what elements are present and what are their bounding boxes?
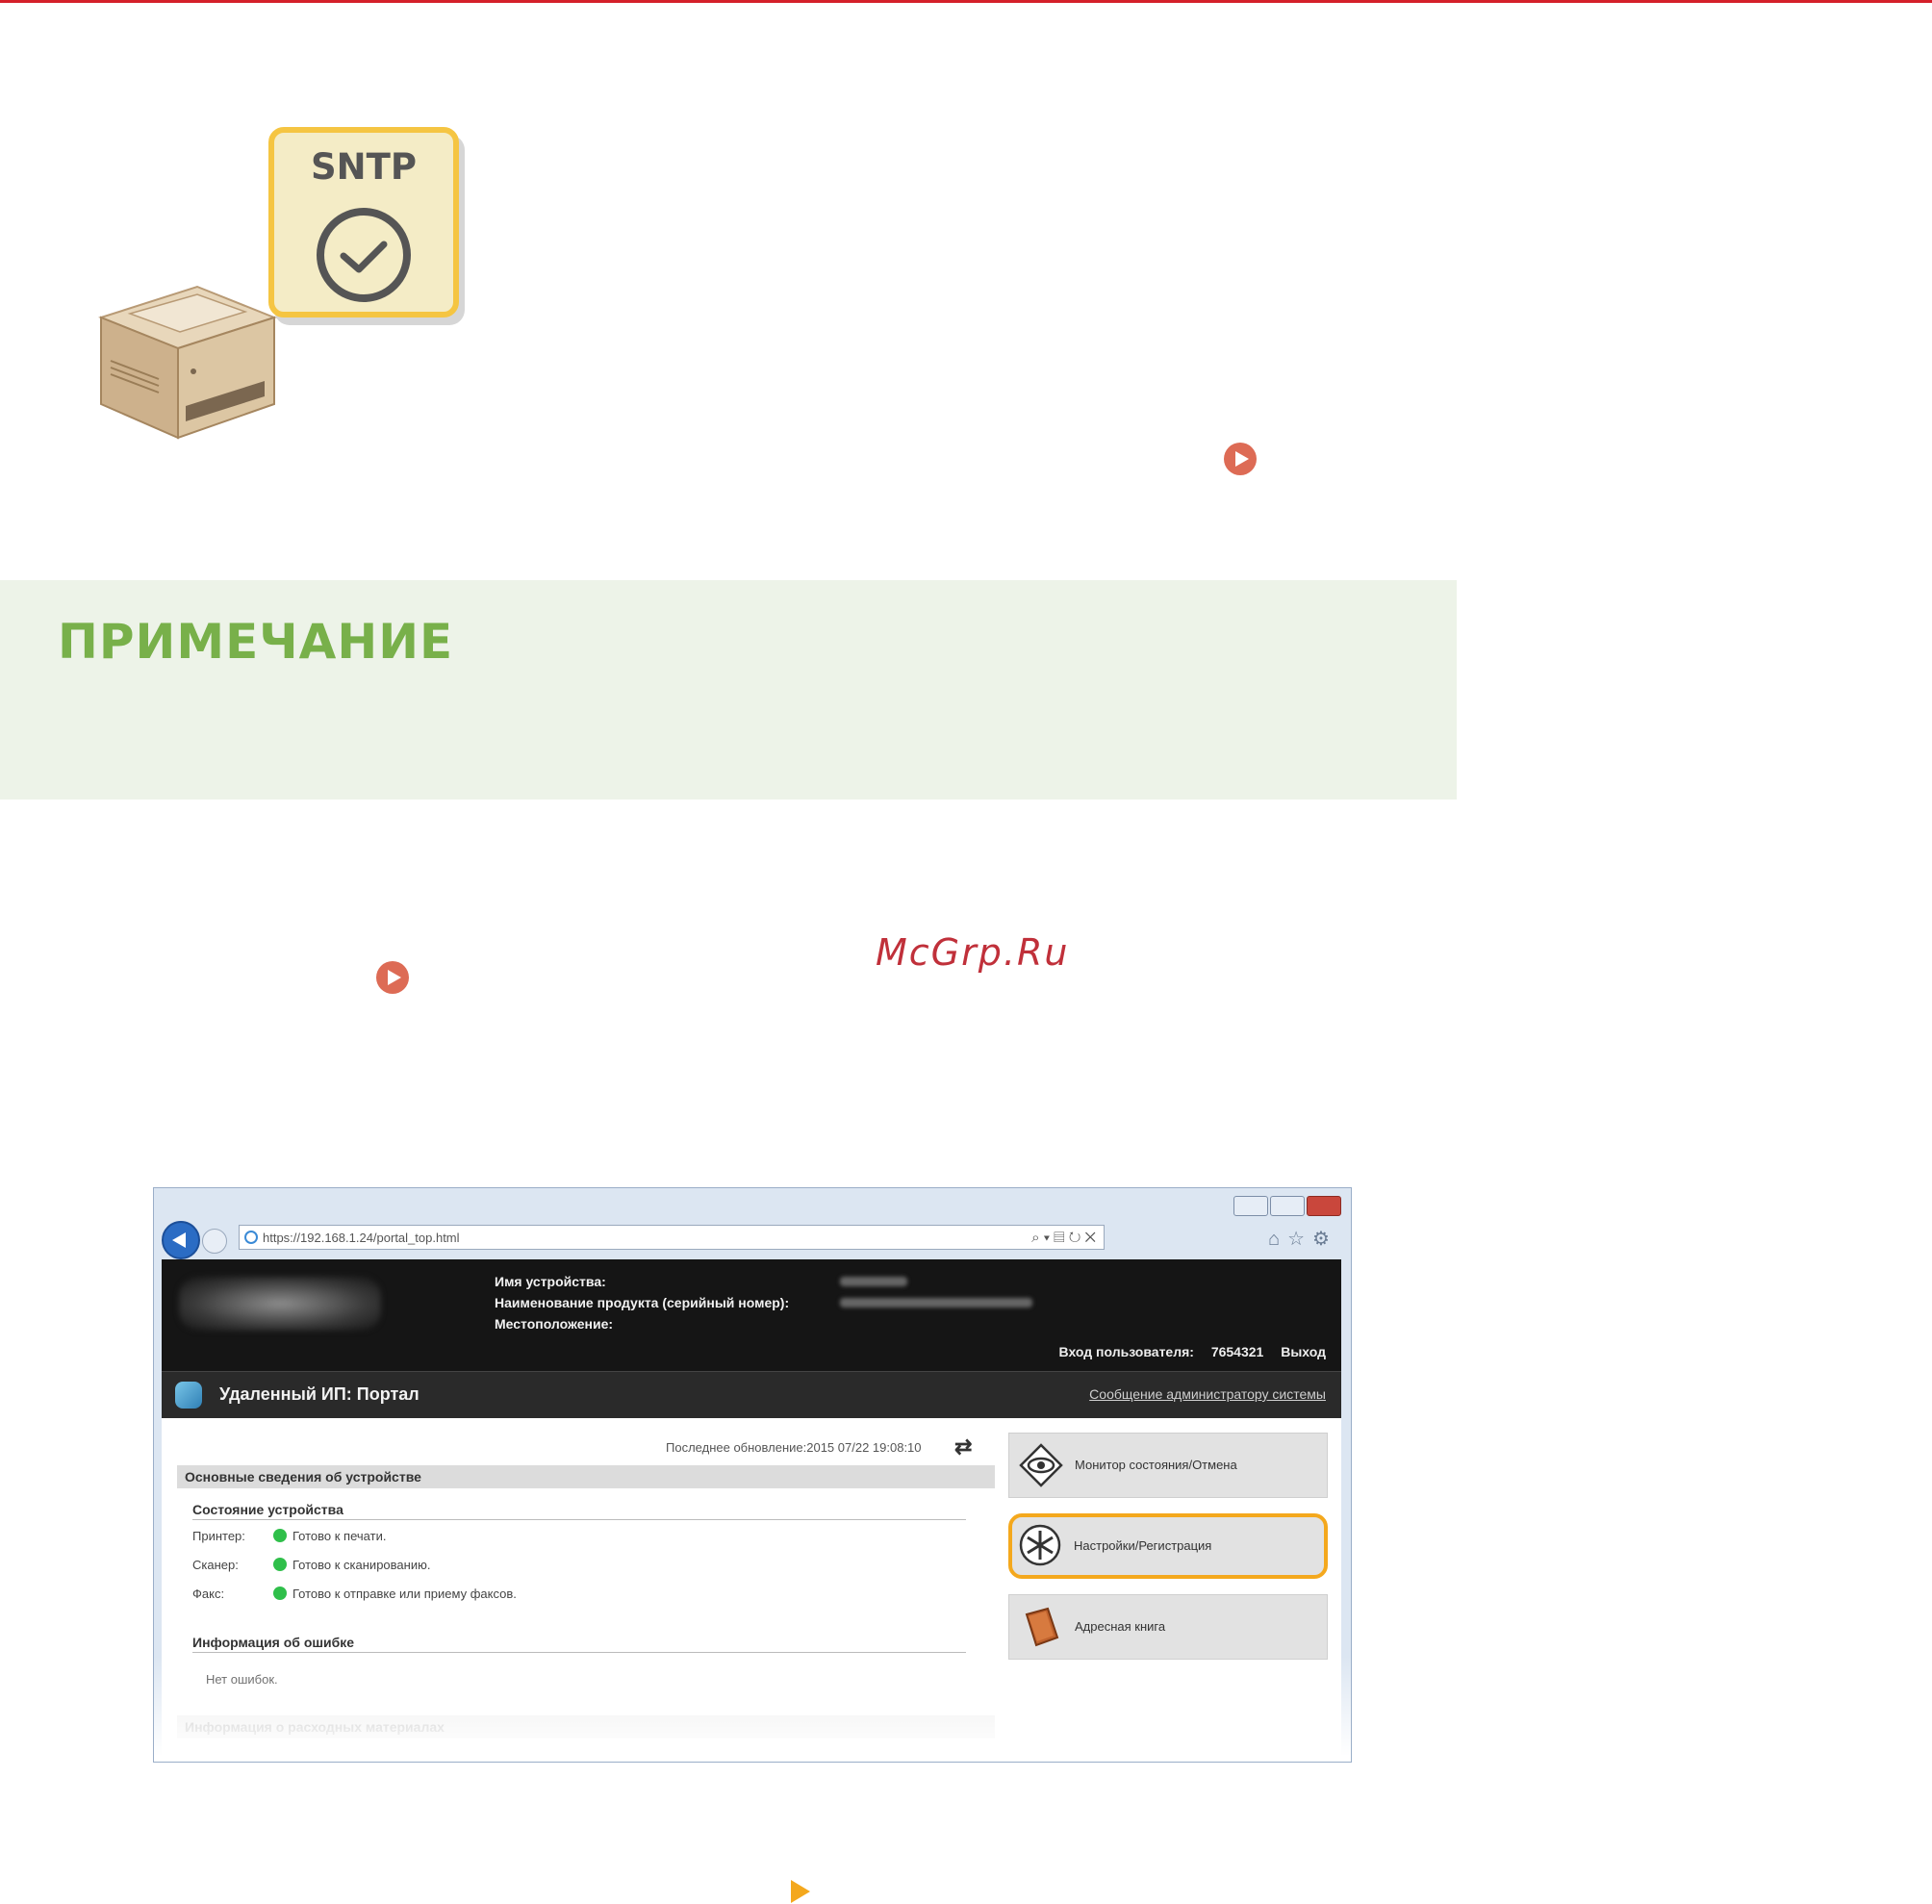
note-title: ПРИМЕЧАНИЕ [58,614,454,670]
portal-title: Удаленный ИП: Портал [219,1384,419,1404]
status-value: Готово к сканированию. [292,1558,431,1572]
clock-icon [317,208,411,302]
device-name-label: Имя устройства: [495,1274,606,1289]
home-star-gear-icons[interactable]: ⌂☆⚙ [1268,1227,1337,1251]
top-rule [0,0,1932,3]
watermark: McGrp.Ru [876,931,1070,974]
browser-icon [244,1231,258,1244]
menu-label: Адресная книга [1075,1619,1166,1634]
address-tools-icons[interactable]: ⌕ ▾ ▤ ↻ ✕ [1031,1226,1096,1251]
sntp-illustration: SNTP [91,120,476,447]
minimize-icon[interactable] [1233,1196,1268,1216]
status-ok-icon [273,1529,287,1542]
address-bar[interactable]: https://192.168.1.24/portal_top.html ⌕ ▾… [239,1225,1105,1250]
product-name-blurred [840,1298,1032,1307]
portal-header: Имя устройства: Наименование продукта (с… [162,1259,1341,1371]
status-row-scanner: Сканер: Готово к сканированию. [192,1558,430,1572]
product-name-label: Наименование продукта (серийный номер): [495,1295,790,1310]
device-info: Имя устройства: Наименование продукта (с… [495,1271,789,1334]
menu-label: Настройки/Регистрация [1074,1538,1212,1553]
address-book-icon [1025,1607,1059,1647]
logout-link[interactable]: Выход [1281,1344,1326,1359]
status-key: Принтер: [192,1529,245,1543]
link-arrow-icon[interactable] [376,961,409,994]
error-text: Нет ошибок. [206,1672,278,1687]
sntp-card: SNTP [268,127,459,317]
address-text: https://192.168.1.24/portal_top.html [263,1231,460,1245]
status-value: Готово к печати. [292,1529,387,1543]
location-label: Местоположение: [495,1316,614,1332]
login-label: Вход пользователя: [1058,1344,1194,1359]
status-ok-icon [273,1587,287,1600]
forward-icon[interactable] [202,1229,227,1254]
note-box: ПРИМЕЧАНИЕ [0,580,1457,800]
maximize-icon[interactable] [1270,1196,1305,1216]
portal-content: Последнее обновление:2015 07/22 19:08:10… [162,1417,1341,1762]
close-icon[interactable] [1307,1196,1341,1216]
back-icon[interactable] [162,1221,200,1259]
status-ok-icon [273,1558,287,1571]
printer-icon [98,285,277,440]
status-key: Сканер: [192,1558,239,1572]
eye-icon [1019,1443,1063,1487]
link-arrow-icon[interactable] [1224,443,1257,475]
settings-icon [1019,1524,1061,1566]
settings-registration-button[interactable]: Настройки/Регистрация [1008,1513,1328,1579]
status-value: Готово к отправке или приему факсов. [292,1587,517,1601]
device-name-blurred [840,1277,907,1286]
status-monitor-button[interactable]: Монитор состояния/Отмена [1008,1433,1328,1498]
portal-titlebar: Удаленный ИП: Портал Сообщение администр… [162,1371,1341,1418]
window-controls [1233,1196,1341,1216]
error-info-heading: Информация об ошибке [192,1635,966,1653]
refresh-icon[interactable]: ⇄ [954,1434,972,1460]
status-row-printer: Принтер: Готово к печати. [192,1529,386,1543]
last-updated: Последнее обновление:2015 07/22 19:08:10 [666,1440,922,1455]
menu-label: Монитор состояния/Отмена [1075,1458,1237,1472]
device-status-heading: Состояние устройства [192,1502,966,1520]
consumables-heading: Информация о расходных материалах [177,1715,995,1739]
brand-logo-blurred [179,1277,381,1331]
status-key: Факс: [192,1587,225,1601]
browser-screenshot: https://192.168.1.24/portal_top.html ⌕ ▾… [153,1187,1352,1763]
admin-message-link[interactable]: Сообщение администратору системы [1089,1386,1326,1402]
remote-ui-icon [175,1382,202,1409]
address-book-button[interactable]: Адресная книга [1008,1594,1328,1660]
sntp-label: SNTP [311,146,417,188]
portal-page: Имя устройства: Наименование продукта (с… [162,1259,1341,1762]
status-row-fax: Факс: Готово к отправке или приему факсов… [192,1587,517,1601]
address-row: https://192.168.1.24/portal_top.html ⌕ ▾… [162,1221,1341,1259]
next-arrow-icon[interactable] [791,1880,810,1903]
login-user-id: 7654321 [1210,1344,1264,1359]
basic-info-heading: Основные сведения об устройстве [177,1465,995,1488]
login-info: Вход пользователя: 7654321 Выход [1046,1344,1326,1359]
